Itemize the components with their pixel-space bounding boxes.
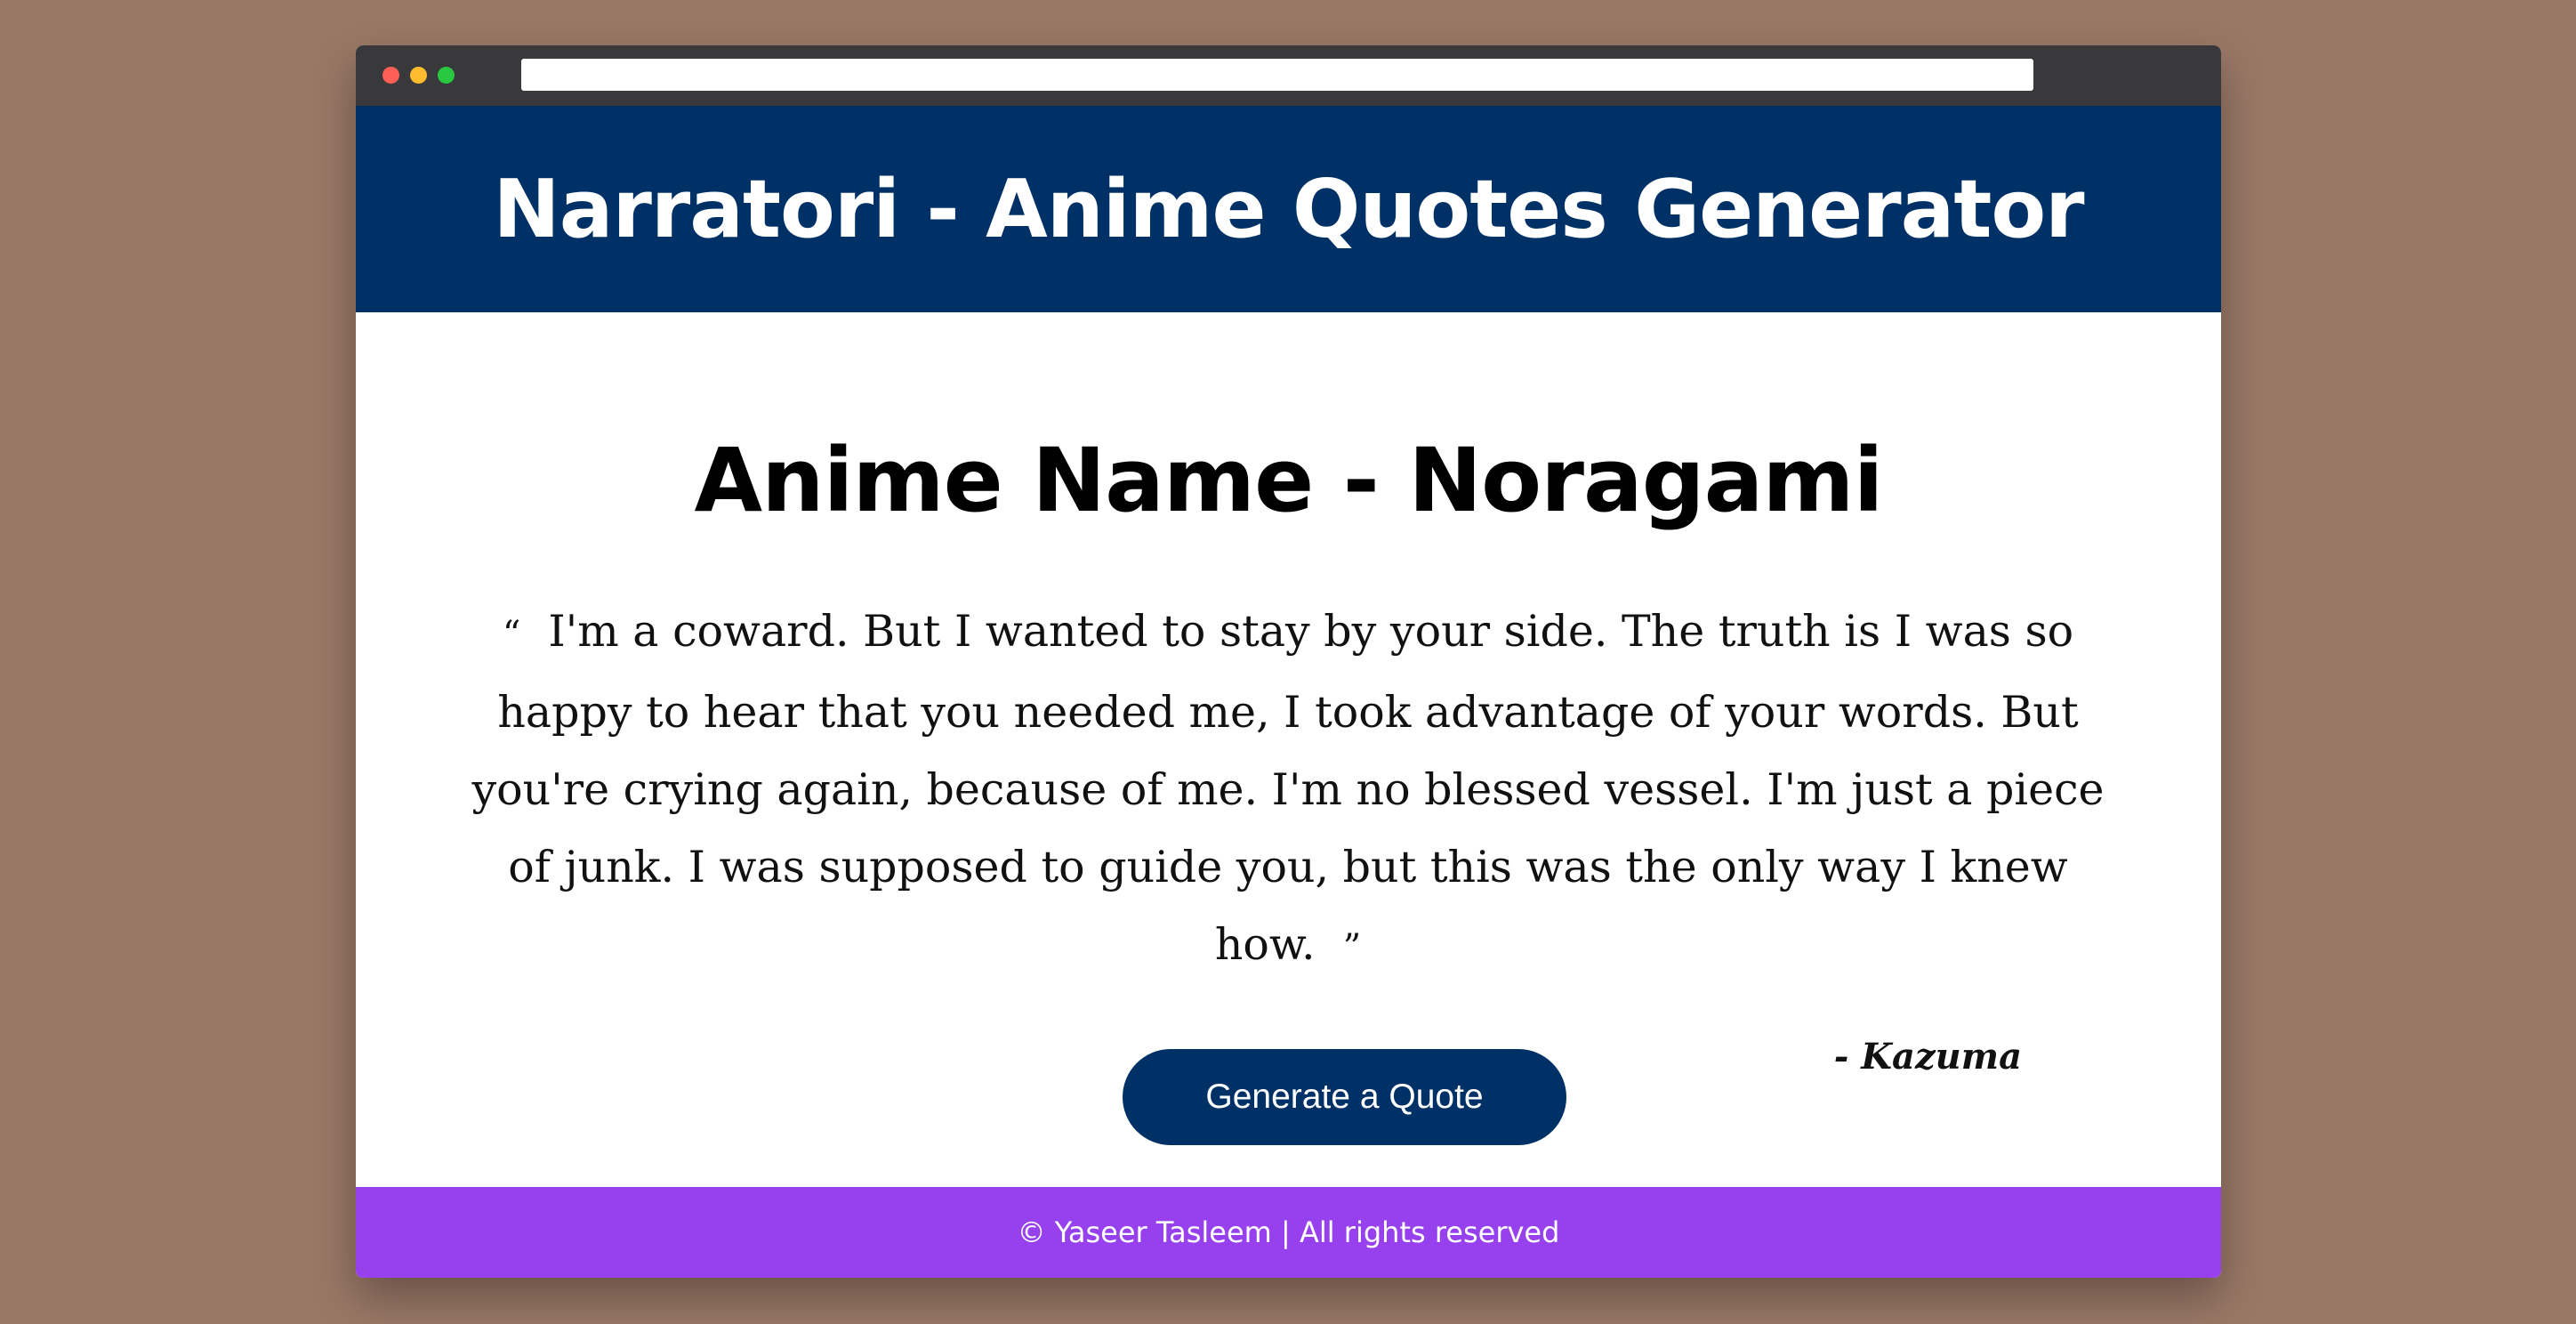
browser-window: Narratori - Anime Quotes Generator Anime… [356,45,2221,1278]
minimize-window-button[interactable] [410,67,427,84]
site-footer: © Yaseer Tasleem | All rights reserved [356,1187,2221,1278]
site-header: Narratori - Anime Quotes Generator [356,106,2221,312]
generate-quote-button[interactable]: Generate a Quote [1123,1049,1566,1145]
site-title: Narratori - Anime Quotes Generator [493,162,2084,256]
close-window-button[interactable] [382,67,399,84]
quote-text: “ I'm a coward. But I wanted to stay by … [452,593,2124,987]
address-bar[interactable] [521,59,2033,91]
close-quote-mark: ” [1342,927,1362,968]
open-quote-mark: “ [502,614,521,655]
browser-chrome [356,45,2221,106]
maximize-window-button[interactable] [438,67,455,84]
quote-author: - Kazuma [1833,1036,2022,1078]
quote-body: I'm a coward. But I wanted to stay by yo… [471,606,2105,970]
anime-name-heading: Anime Name - Noragami [694,430,1883,532]
copyright-text: © Yaseer Tasleem | All rights reserved [1017,1215,1560,1249]
